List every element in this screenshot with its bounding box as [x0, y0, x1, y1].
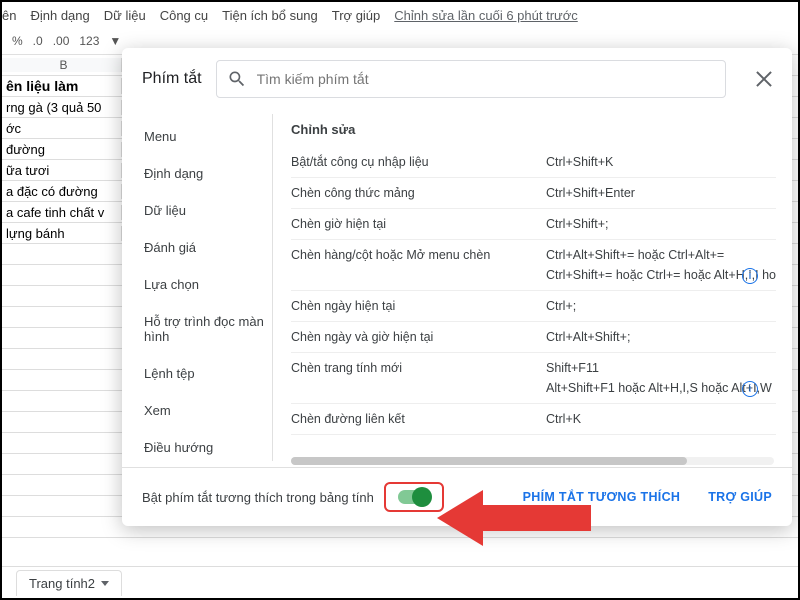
- shortcut-keys: Ctrl+Alt+Shift+;: [546, 330, 776, 344]
- shortcut-row: Chèn công thức mảng Ctrl+Shift+Enter: [291, 178, 776, 209]
- shortcut-row: Chèn trang tính mới Shift+F11 Alt+Shift+…: [291, 353, 776, 404]
- cell[interactable]: rng gà (3 quả 50: [2, 100, 122, 115]
- dialog-footer: Bật phím tắt tương thích trong bảng tính…: [122, 467, 792, 526]
- sheet-tab[interactable]: Trang tính2: [16, 570, 122, 596]
- cell[interactable]: a cafe tinh chất v: [2, 205, 122, 220]
- shortcut-keys: Ctrl+Alt+Shift+= hoặc Ctrl+Alt+=: [546, 248, 776, 262]
- shortcut-name: Bật/tắt công cụ nhập liệu: [291, 155, 546, 169]
- sidebar-item-view[interactable]: Xem: [144, 392, 272, 429]
- sidebar-item-file[interactable]: Lệnh tệp: [144, 355, 272, 392]
- shortcut-keys: Ctrl+K: [546, 412, 776, 426]
- cell[interactable]: ữa tươi: [2, 163, 122, 178]
- info-icon[interactable]: i: [742, 268, 758, 284]
- menu-item[interactable]: Định dạng: [30, 8, 89, 23]
- chevron-down-icon[interactable]: [101, 581, 109, 586]
- shortcut-name: Chèn giờ hiện tại: [291, 217, 546, 231]
- sidebar-item-navigation[interactable]: Điều hướng: [144, 429, 272, 466]
- shortcut-row: Chèn ngày hiện tại Ctrl+;: [291, 291, 776, 322]
- cell[interactable]: lựng bánh: [2, 226, 122, 241]
- shortcut-keys-alt: Ctrl+Shift+= hoặc Ctrl+= hoặc Alt+H,I,I …: [546, 262, 776, 282]
- search-icon: [227, 69, 247, 89]
- shortcut-name: Chèn đường liên kết: [291, 412, 546, 426]
- shortcut-name: Chèn hàng/cột hoặc Mở menu chèn: [291, 248, 546, 262]
- search-input[interactable]: [257, 71, 715, 87]
- section-heading: Chỉnh sửa: [291, 116, 776, 147]
- shortcut-keys: Ctrl+;: [546, 299, 776, 313]
- shortcut-name: Chèn ngày hiện tại: [291, 299, 546, 313]
- menu-item[interactable]: ên: [2, 8, 16, 23]
- shortcut-row: Chèn hàng/cột hoặc Mở menu chèn Ctrl+Alt…: [291, 240, 776, 291]
- last-edit-timestamp[interactable]: Chỉnh sửa lần cuối 6 phút trước: [394, 8, 577, 23]
- increase-decimal-button[interactable]: .00: [53, 34, 70, 48]
- shortcut-name: Chèn trang tính mới: [291, 361, 546, 375]
- annotation-highlight: [384, 482, 444, 512]
- menu-item[interactable]: Công cụ: [160, 8, 208, 23]
- help-link[interactable]: TRỢ GIÚP: [708, 490, 772, 504]
- menu-bar: ên Định dạng Dữ liệu Công cụ Tiện ích bổ…: [2, 2, 798, 27]
- menu-item[interactable]: Tiện ích bổ sung: [222, 8, 318, 23]
- percent-format-button[interactable]: %: [12, 34, 23, 48]
- keyboard-shortcuts-dialog: Phím tắt Menu Định dạng Dữ liệu Đánh giá…: [122, 48, 792, 526]
- shortcut-keys: Shift+F11: [546, 361, 776, 375]
- sheet-tabs-bar: Trang tính2: [2, 566, 798, 598]
- cell[interactable]: đường: [2, 142, 122, 157]
- sidebar-item-review[interactable]: Đánh giá: [144, 229, 272, 266]
- decrease-decimal-button[interactable]: .0: [33, 34, 43, 48]
- sidebar-item-data[interactable]: Dữ liệu: [144, 192, 272, 229]
- shortcut-name: Chèn ngày và giờ hiện tại: [291, 330, 546, 344]
- more-formats-dropdown[interactable]: ▼: [109, 34, 121, 48]
- sidebar-item-selection[interactable]: Lựa chọn: [144, 266, 272, 303]
- shortcut-row: Chèn đường liên kết Ctrl+K: [291, 404, 776, 435]
- number-format-button[interactable]: 123: [79, 34, 99, 48]
- shortcut-name: Chèn công thức mảng: [291, 186, 546, 200]
- dialog-title: Phím tắt: [142, 70, 202, 88]
- sidebar-item-format[interactable]: Định dạng: [144, 155, 272, 192]
- shortcut-row: Chèn giờ hiện tại Ctrl+Shift+;: [291, 209, 776, 240]
- cell[interactable]: ớc: [2, 121, 122, 136]
- shortcut-keys: Ctrl+Shift+Enter: [546, 186, 776, 200]
- sidebar-item-screenreader[interactable]: Hỗ trợ trình đọc màn hình: [144, 303, 272, 355]
- search-field[interactable]: [216, 60, 726, 98]
- cell[interactable]: a đặc có đường: [2, 184, 122, 199]
- close-button[interactable]: [752, 67, 776, 91]
- menu-item[interactable]: Dữ liệu: [104, 8, 146, 23]
- compatible-shortcuts-toggle[interactable]: [398, 490, 430, 504]
- shortcut-keys: Ctrl+Shift+K: [546, 155, 776, 169]
- sheet-tab-label: Trang tính2: [29, 576, 95, 591]
- shortcut-row: Bật/tắt công cụ nhập liệu Ctrl+Shift+K: [291, 147, 776, 178]
- toggle-label: Bật phím tắt tương thích trong bảng tính: [142, 490, 374, 505]
- sidebar-item-menu[interactable]: Menu: [144, 118, 272, 155]
- shortcut-keys: Ctrl+Shift+;: [546, 217, 776, 231]
- column-header-b[interactable]: B: [2, 58, 122, 72]
- cell[interactable]: ên liệu làm: [2, 78, 122, 94]
- shortcut-row: Chèn ngày và giờ hiện tại Ctrl+Alt+Shift…: [291, 322, 776, 353]
- shortcut-keys-alt: Alt+Shift+F1 hoặc Alt+H,I,S hoặc Alt+I,W…: [546, 375, 776, 395]
- shortcuts-panel: Chỉnh sửa Bật/tắt công cụ nhập liệu Ctrl…: [273, 108, 792, 467]
- category-sidebar: Menu Định dạng Dữ liệu Đánh giá Lựa chọn…: [122, 108, 272, 467]
- menu-item[interactable]: Trợ giúp: [332, 8, 381, 23]
- compatible-shortcuts-link[interactable]: PHÍM TẮT TƯƠNG THÍCH: [523, 490, 681, 504]
- info-icon[interactable]: i: [742, 381, 758, 397]
- horizontal-scrollbar[interactable]: [291, 457, 774, 465]
